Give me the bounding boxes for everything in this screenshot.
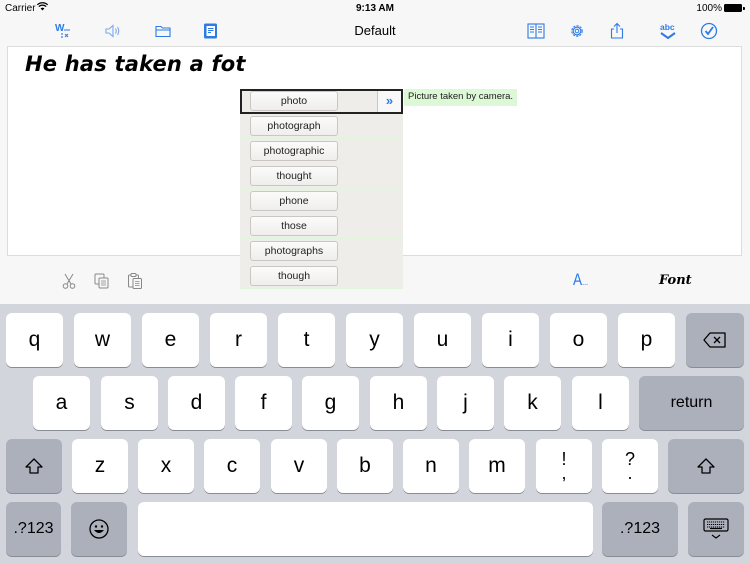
battery-icon: [724, 4, 745, 12]
suggestion-row-selected[interactable]: photo »: [240, 89, 403, 114]
suggestion-row[interactable]: photographic: [240, 139, 403, 164]
suggestion-button[interactable]: thought: [250, 166, 338, 186]
dismiss-keyboard-key[interactable]: [688, 502, 744, 556]
key-v[interactable]: v: [271, 439, 327, 493]
shift-key-right[interactable]: [668, 439, 744, 493]
key-n[interactable]: n: [403, 439, 459, 493]
suggestion-button[interactable]: those: [250, 216, 338, 236]
copy-icon[interactable]: [92, 271, 112, 291]
key-r[interactable]: r: [210, 313, 267, 367]
on-screen-keyboard: q w e r t y u i o p a s d f g h j k l re…: [0, 304, 750, 563]
key-s[interactable]: s: [101, 376, 158, 430]
word-prediction-icon[interactable]: W: [52, 20, 74, 42]
key-p[interactable]: p: [618, 313, 675, 367]
keyboard-dismiss-icon: [703, 518, 729, 539]
key-c[interactable]: c: [204, 439, 260, 493]
numbers-key-left[interactable]: .?123: [6, 502, 61, 556]
key-question-period[interactable]: ?.: [602, 439, 658, 493]
suggestion-button[interactable]: photograph: [250, 116, 338, 136]
suggestion-button[interactable]: photo: [250, 91, 338, 111]
shift-icon: [697, 458, 715, 474]
suggestion-button[interactable]: photographic: [250, 141, 338, 161]
more-suggestions-button[interactable]: »: [377, 91, 401, 112]
key-b[interactable]: b: [337, 439, 393, 493]
toolbar: W Default abc: [0, 16, 750, 46]
space-bar[interactable]: [138, 502, 593, 556]
edit-bar: A... Font: [0, 258, 750, 304]
spellcheck-icon[interactable]: abc: [657, 20, 679, 42]
key-j[interactable]: j: [437, 376, 494, 430]
key-h[interactable]: h: [370, 376, 427, 430]
key-k[interactable]: k: [504, 376, 561, 430]
key-y[interactable]: y: [346, 313, 403, 367]
suggestion-row[interactable]: phone: [240, 189, 403, 214]
speaker-icon[interactable]: [102, 20, 124, 42]
suggestion-row[interactable]: those: [240, 214, 403, 239]
font-style-suffix: ...: [582, 277, 589, 287]
status-bar: Carrier 9:13 AM 100%: [0, 0, 750, 16]
key-x[interactable]: x: [138, 439, 194, 493]
numbers-key-right[interactable]: .?123: [602, 502, 678, 556]
emoji-key[interactable]: [71, 502, 127, 556]
font-button[interactable]: Font: [659, 273, 692, 288]
suggestion-row[interactable]: thought: [240, 164, 403, 189]
emoji-icon: [89, 519, 109, 539]
key-f[interactable]: f: [235, 376, 292, 430]
svg-text:abc: abc: [660, 22, 675, 32]
key-u[interactable]: u: [414, 313, 471, 367]
shift-key-left[interactable]: [6, 439, 62, 493]
paste-icon[interactable]: [125, 271, 145, 291]
folder-icon[interactable]: [152, 20, 174, 42]
battery-percentage: 100%: [696, 3, 722, 14]
key-t[interactable]: t: [278, 313, 335, 367]
key-exclamation-comma[interactable]: !,: [536, 439, 592, 493]
notebook-icon[interactable]: [199, 20, 221, 42]
key-w[interactable]: w: [74, 313, 131, 367]
key-d[interactable]: d: [168, 376, 225, 430]
backspace-icon: [703, 332, 726, 348]
backspace-key[interactable]: [686, 313, 744, 367]
key-l[interactable]: l: [572, 376, 629, 430]
font-style-button[interactable]: A...: [573, 270, 588, 290]
shift-icon: [25, 458, 43, 474]
share-icon[interactable]: [606, 20, 628, 42]
key-bottom-char: ,: [561, 463, 567, 483]
checkmark-circle-icon[interactable]: [698, 20, 720, 42]
key-bottom-char: .: [627, 463, 633, 483]
key-z[interactable]: z: [72, 439, 128, 493]
suggestion-row[interactable]: photograph: [240, 114, 403, 139]
gear-icon[interactable]: [566, 20, 588, 42]
key-m[interactable]: m: [469, 439, 525, 493]
app-root: Carrier 9:13 AM 100% W Default abc He ha…: [0, 0, 750, 563]
svg-text:W: W: [55, 23, 65, 34]
word-definition-tooltip: Picture taken by camera.: [404, 89, 518, 106]
double-chevron-right-icon: »: [385, 93, 394, 108]
key-q[interactable]: q: [6, 313, 63, 367]
clock: 9:13 AM: [356, 3, 394, 14]
key-e[interactable]: e: [142, 313, 199, 367]
key-a[interactable]: a: [33, 376, 90, 430]
font-style-label: A: [573, 270, 583, 289]
key-i[interactable]: i: [482, 313, 539, 367]
key-g[interactable]: g: [302, 376, 359, 430]
cut-icon[interactable]: [59, 271, 79, 291]
key-o[interactable]: o: [550, 313, 607, 367]
return-key[interactable]: return: [639, 376, 744, 430]
reader-view-icon[interactable]: [525, 20, 547, 42]
editor-text[interactable]: He has taken a fot: [25, 52, 246, 76]
suggestion-button[interactable]: phone: [250, 191, 338, 211]
